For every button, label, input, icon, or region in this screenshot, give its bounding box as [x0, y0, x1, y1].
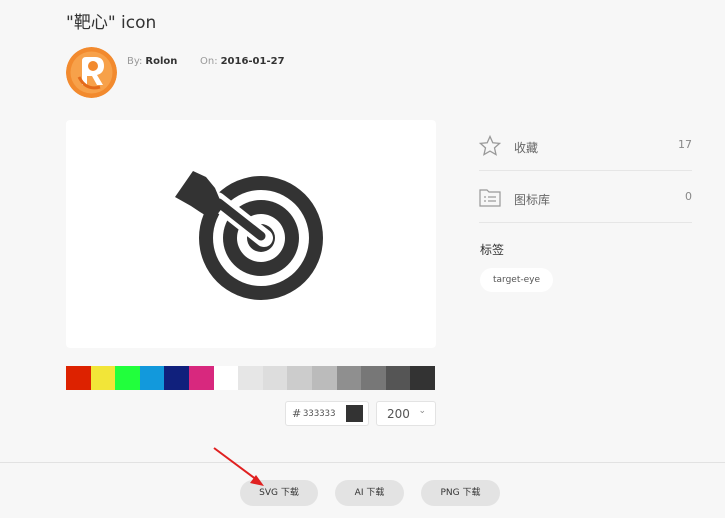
avatar-image [66, 47, 117, 98]
icon-preview [66, 120, 436, 348]
color-palette [66, 366, 435, 390]
color-swatch[interactable] [385, 366, 411, 390]
color-swatch[interactable] [115, 366, 140, 390]
chevron-down-icon: ⌄ [418, 406, 426, 416]
png-download-button[interactable]: PNG 下载 [421, 480, 500, 506]
svg-download-button[interactable]: SVG 下载 [240, 480, 318, 506]
size-select[interactable]: 200 ⌄ [376, 401, 436, 426]
color-swatch[interactable] [262, 366, 288, 390]
color-swatch[interactable] [66, 366, 91, 390]
library-label: 图标库 [514, 193, 551, 207]
tags-title: 标签 [480, 243, 505, 257]
color-swatch[interactable] [336, 366, 362, 390]
favorite-label: 收藏 [514, 141, 539, 155]
avatar[interactable] [66, 47, 117, 98]
library-row[interactable]: 图标库 0 [479, 172, 692, 223]
ai-download-button[interactable]: AI 下载 [335, 480, 404, 506]
favorite-count: 17 [678, 138, 692, 151]
color-swatch[interactable] [287, 366, 312, 390]
color-swatch[interactable] [238, 366, 263, 390]
color-chip[interactable] [346, 405, 363, 422]
author-meta: By: Rolon [127, 56, 177, 67]
target-eye-icon [175, 171, 323, 300]
color-swatch[interactable] [188, 366, 214, 390]
color-swatch[interactable] [361, 366, 386, 390]
page-title: "靶心" icon [66, 13, 157, 33]
tag-target-eye[interactable]: target-eye [480, 268, 554, 292]
color-swatch[interactable] [90, 366, 116, 390]
hex-value[interactable]: 333333 [303, 409, 336, 419]
by-label: By: [127, 56, 143, 67]
favorite-row[interactable]: 收藏 17 [479, 120, 692, 171]
star-icon [479, 135, 501, 156]
author-name[interactable]: Rolon [145, 56, 177, 67]
color-swatch[interactable] [311, 366, 337, 390]
publish-date: 2016-01-27 [220, 56, 285, 67]
folder-list-icon [479, 189, 501, 207]
color-swatch[interactable] [139, 366, 165, 390]
hash-label: # [292, 407, 302, 420]
size-value: 200 [387, 407, 410, 421]
library-count: 0 [685, 190, 692, 203]
color-swatch[interactable] [213, 366, 239, 390]
footer-divider [0, 462, 725, 463]
date-meta: On: 2016-01-27 [200, 56, 285, 67]
color-picker[interactable]: # 333333 [285, 401, 369, 426]
color-swatch[interactable] [164, 366, 189, 390]
color-swatch[interactable] [410, 366, 435, 390]
on-label: On: [200, 56, 218, 67]
